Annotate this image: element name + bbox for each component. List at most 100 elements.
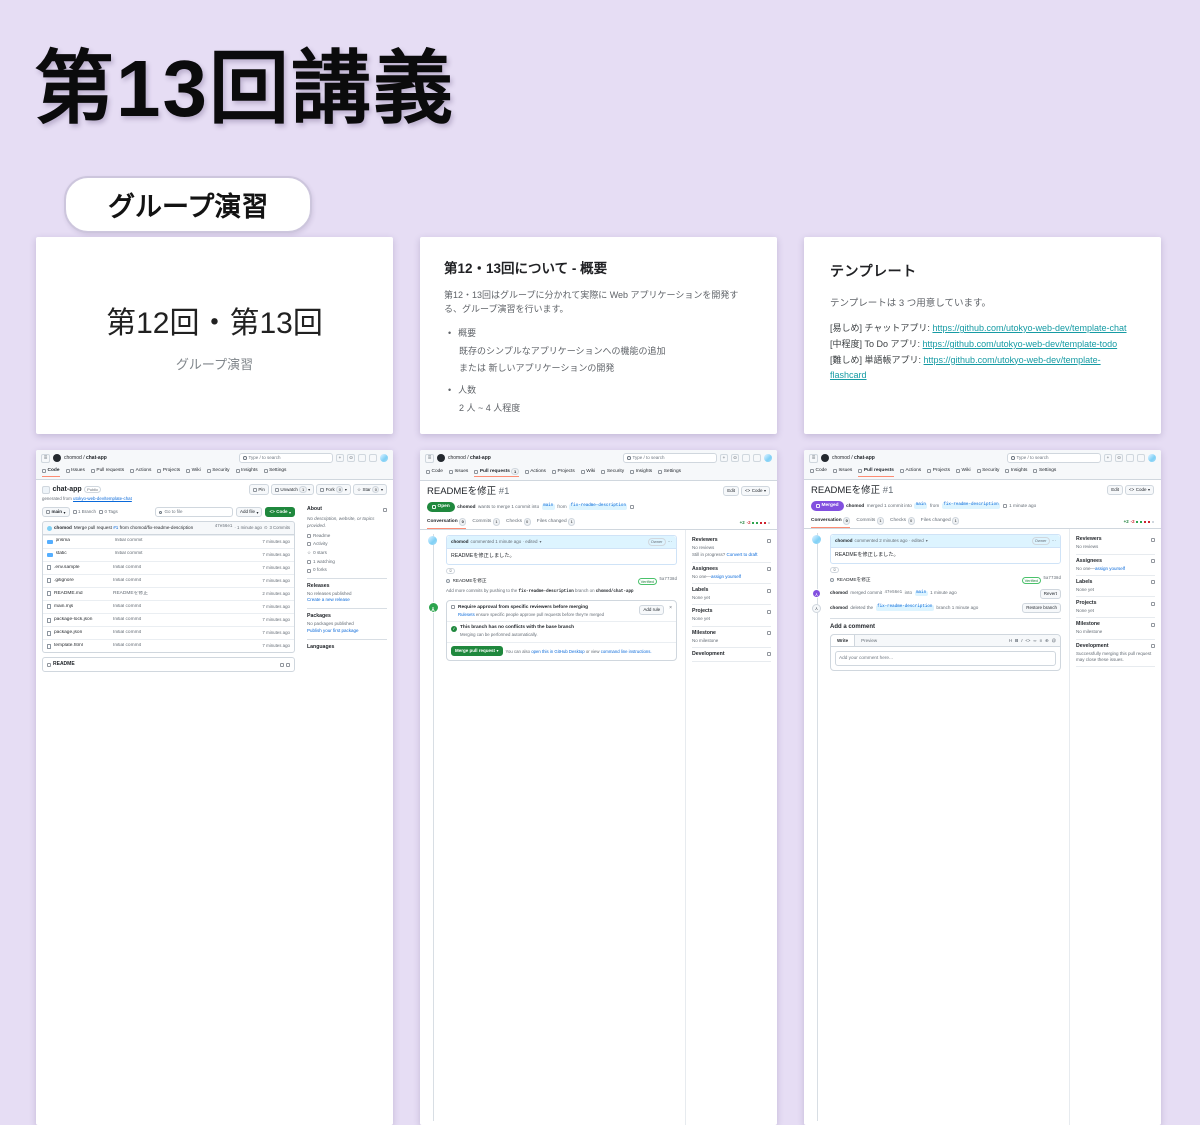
gear-icon[interactable]	[767, 567, 771, 571]
gear-icon[interactable]	[767, 652, 771, 656]
kebab-menu-icon[interactable]: ···	[668, 539, 673, 545]
latest-commit-bar[interactable]: chomod Merge pull request #1 from chomod…	[42, 521, 295, 534]
kebab-menu-icon[interactable]: ···	[1052, 538, 1057, 544]
tab-settings[interactable]: Settings	[658, 468, 681, 477]
gear-icon[interactable]	[767, 631, 771, 635]
tab-pull-requests[interactable]: Pull requests1	[474, 468, 518, 477]
head-branch-chip[interactable]: fix-readme-description	[942, 503, 1000, 509]
tab-actions[interactable]: Actions	[525, 468, 546, 477]
base-branch-chip[interactable]: main	[915, 591, 928, 597]
search-input[interactable]: Type / to search	[1007, 453, 1101, 463]
pull-requests-icon[interactable]	[358, 454, 366, 462]
file-row[interactable]: .gitignoreInitial commit7 minutes ago	[43, 574, 294, 587]
gear-icon[interactable]	[383, 508, 387, 512]
github-logo-icon[interactable]	[437, 454, 445, 462]
breadcrumb[interactable]: chomod / chat-app	[448, 455, 491, 462]
edit-button[interactable]: Edit	[723, 486, 739, 496]
slide-thumbnail-title[interactable]: 第12回・第13回 グループ演習	[36, 237, 393, 434]
star-button[interactable]: ☆Star0▾	[353, 484, 387, 495]
tab-actions[interactable]: Actions	[900, 468, 921, 476]
comment-input[interactable]: Add your comment here...	[835, 651, 1056, 665]
file-row[interactable]: .env.sampleInitial commit7 minutes ago	[43, 561, 294, 574]
go-to-file-input[interactable]: Go to file	[155, 507, 233, 517]
breadcrumb[interactable]: chomod / chat-app	[64, 455, 107, 462]
gear-icon[interactable]	[1151, 623, 1155, 627]
bold-icon[interactable]: B	[1015, 638, 1018, 644]
file-row[interactable]: main.mjsInitial commit7 minutes ago	[43, 600, 294, 613]
tab-issues[interactable]: Issues	[833, 468, 852, 476]
base-branch-chip[interactable]: main	[542, 504, 555, 510]
tab-insights[interactable]: Insights	[236, 468, 258, 476]
file-row[interactable]: package-lock.jsonInitial commit7 minutes…	[43, 613, 294, 626]
link-icon[interactable]: ∞	[1033, 638, 1036, 644]
tab-wiki[interactable]: Wiki	[186, 468, 201, 476]
gear-icon[interactable]	[1151, 538, 1155, 542]
about-stars[interactable]: ☆0 stars	[307, 550, 387, 556]
gear-icon[interactable]	[767, 539, 771, 543]
preview-tab[interactable]: Preview	[855, 635, 883, 646]
edit-button[interactable]: Edit	[1107, 485, 1123, 495]
issues-icon[interactable]: ⊙	[1115, 454, 1123, 462]
tab-security[interactable]: Security	[977, 468, 1000, 476]
tab-checks[interactable]: Checks0	[890, 515, 915, 528]
gear-icon[interactable]	[1151, 559, 1155, 563]
commit-hash[interactable]: 5a7738d	[1043, 577, 1061, 583]
file-row[interactable]: prismaInitial commit7 minutes ago	[43, 535, 294, 548]
merged-commit-hash[interactable]: 47e56e1	[885, 591, 903, 597]
tab-code[interactable]: Code	[42, 468, 60, 476]
github-pr-open-screenshot[interactable]: ≡ chomod / chat-app Type / to search + ⊙…	[420, 450, 777, 1125]
tags-count[interactable]: 0 Tags	[99, 509, 118, 515]
attach-icon[interactable]: ⊕	[1045, 638, 1049, 644]
tab-files-changed[interactable]: Files changed1	[921, 515, 960, 528]
tab-commits[interactable]: Commits1	[472, 516, 500, 529]
reaction-button[interactable]: ☺	[446, 568, 455, 575]
reaction-button[interactable]: ☺	[830, 567, 839, 574]
gear-icon[interactable]	[767, 610, 771, 614]
commit-hash[interactable]: 47e56e1	[215, 525, 233, 531]
pin-button[interactable]: Pin	[249, 484, 269, 495]
comment-author-avatar[interactable]	[812, 535, 821, 544]
italic-icon[interactable]: I	[1021, 638, 1022, 644]
repo-name[interactable]: chat-app	[53, 485, 82, 494]
create-new-icon[interactable]: +	[720, 454, 728, 462]
slide-thumbnail-overview[interactable]: 第12・13回について - 概要 第12・13回はグループに分かれて実際に We…	[420, 237, 777, 434]
tab-pull-requests[interactable]: Pull requests	[91, 468, 124, 476]
tab-settings[interactable]: Settings	[264, 468, 287, 476]
restore-branch-button[interactable]: Restore branch	[1022, 603, 1061, 613]
branch-selector[interactable]: main▾	[42, 507, 70, 517]
outline-icon[interactable]	[286, 663, 290, 667]
slide-thumbnail-templates[interactable]: テンプレート テンプレートは 3 つ用意しています。 [易しめ] チャットアプリ…	[804, 237, 1161, 434]
convert-to-draft-link[interactable]: Convert to draft	[727, 552, 758, 557]
gear-icon[interactable]	[1151, 602, 1155, 606]
file-row[interactable]: package.jsonInitial commit7 minutes ago	[43, 626, 294, 639]
inbox-icon[interactable]	[1137, 454, 1145, 462]
gear-icon[interactable]	[767, 589, 771, 593]
head-branch-chip[interactable]: fix-readme-description	[569, 504, 627, 510]
code-button[interactable]: <>Code▾	[1125, 485, 1154, 495]
user-avatar[interactable]	[380, 454, 388, 462]
command-line-link[interactable]: command line instructions.	[601, 649, 652, 654]
tab-projects[interactable]: Projects	[552, 468, 575, 477]
tab-files-changed[interactable]: Files changed1	[537, 516, 576, 529]
github-logo-icon[interactable]	[821, 454, 829, 462]
hamburger-menu-icon[interactable]: ≡	[809, 454, 818, 463]
create-release-link[interactable]: Create a new release	[307, 597, 350, 602]
template-todo-link[interactable]: https://github.com/utokyo-web-dev/templa…	[923, 339, 1118, 349]
pr-author[interactable]: chomod	[457, 504, 475, 510]
add-rule-button[interactable]: Add rule	[639, 605, 664, 615]
pencil-icon[interactable]	[280, 663, 284, 667]
issues-icon[interactable]: ⊙	[347, 454, 355, 462]
code-button[interactable]: <>Code▾	[741, 486, 770, 496]
add-file-button[interactable]: Add file▾	[236, 507, 263, 517]
pr-link[interactable]: #1	[113, 525, 118, 530]
commit-event-row[interactable]: READMEを修正 Verified 5a7738d	[830, 577, 1061, 584]
commit-event-row[interactable]: READMEを修正 Verified 5a7738d	[446, 578, 677, 585]
readme-section-bar[interactable]: README	[42, 657, 295, 672]
tab-checks[interactable]: Checks0	[506, 516, 531, 529]
rulesets-link[interactable]: Rulesets	[458, 612, 475, 617]
search-input[interactable]: Type / to search	[239, 453, 333, 463]
about-watching[interactable]: 1 watching	[307, 559, 387, 565]
create-new-icon[interactable]: +	[1104, 454, 1112, 462]
file-row[interactable]: staticInitial commit7 minutes ago	[43, 548, 294, 561]
unwatch-button[interactable]: Unwatch1▾	[271, 484, 314, 495]
